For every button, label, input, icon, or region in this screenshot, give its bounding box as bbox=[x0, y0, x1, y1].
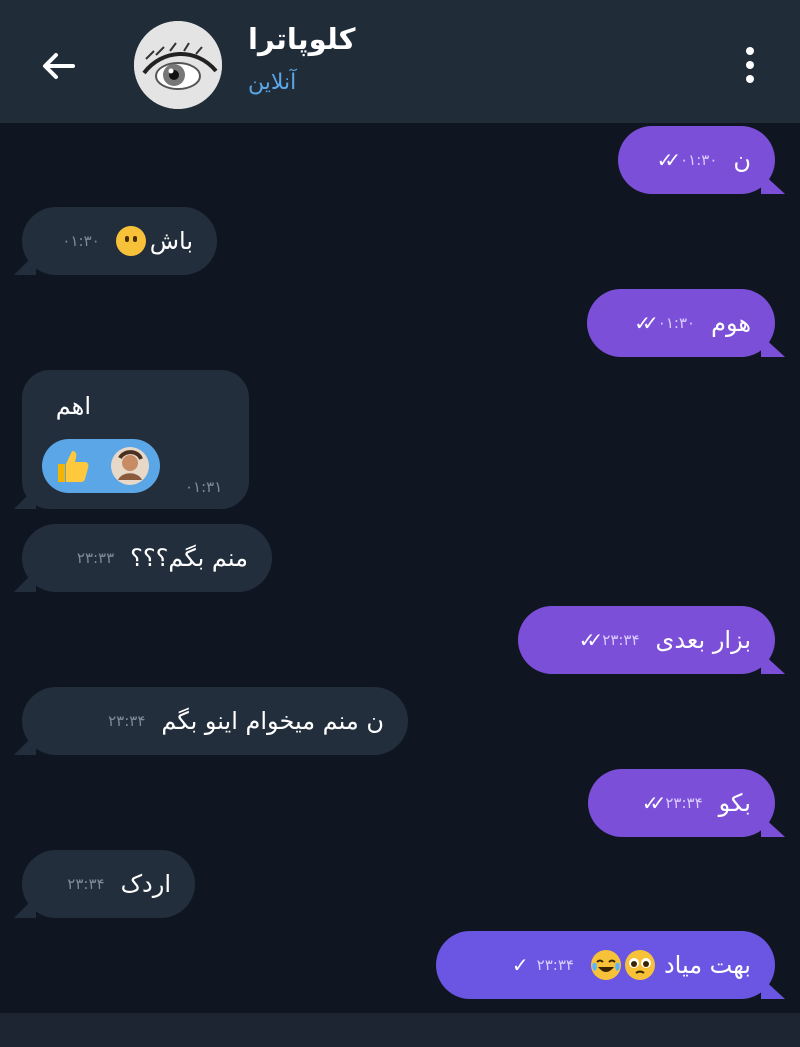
message-outgoing[interactable]: هوم ۰۱:۳۰ ✓✓ bbox=[587, 289, 775, 357]
message-outgoing[interactable]: ن ۰۱:۳۰ ✓✓ bbox=[618, 126, 775, 194]
contact-avatar[interactable] bbox=[134, 21, 222, 109]
eye-photo-icon bbox=[134, 21, 222, 109]
more-dot-icon bbox=[746, 75, 754, 83]
message-text: اهم bbox=[55, 392, 91, 420]
more-dot-icon bbox=[746, 47, 754, 55]
arrow-left-icon bbox=[43, 53, 75, 79]
message-text: منم بگم؟؟؟ bbox=[130, 544, 248, 572]
message-text: ن منم میخوام اینو بگم bbox=[161, 707, 384, 735]
message-time: ۰۱:۳۰ bbox=[680, 151, 718, 169]
message-incoming[interactable]: ن منم میخوام اینو بگم ۲۳:۳۴ bbox=[22, 687, 408, 755]
message-time: ۲۳:۳۴ bbox=[665, 794, 703, 812]
message-incoming[interactable]: منم بگم؟؟؟ ۲۳:۳۳ bbox=[22, 524, 272, 592]
message-text: ن bbox=[733, 146, 751, 174]
more-dot-icon bbox=[746, 61, 754, 69]
reaction-badge[interactable] bbox=[42, 439, 160, 493]
message-text: هوم bbox=[711, 309, 751, 337]
double-check-icon: ✓✓ bbox=[578, 628, 603, 652]
message-time: ۰۱:۳۰ bbox=[62, 232, 100, 250]
message-text: بزار بعدی bbox=[655, 626, 751, 654]
confused-face-icon bbox=[115, 226, 146, 256]
message-incoming[interactable]: باش ۰۱:۳۰ bbox=[22, 207, 217, 275]
chat-header: کلوپاترا آنلاین bbox=[0, 0, 800, 123]
message-time: ۲۳:۳۴ bbox=[67, 875, 105, 893]
message-outgoing[interactable]: بهت میاد ۲۳:۳۴ ✓ bbox=[436, 931, 775, 999]
pleading-face-icon bbox=[624, 950, 655, 980]
message-list[interactable]: ن ۰۱:۳۰ ✓✓ باش ۰۱:۳۰ هوم ۰۱:۳۰ ✓✓ اهم ۰۱… bbox=[0, 123, 800, 1013]
message-incoming[interactable]: اردک ۲۳:۳۴ bbox=[22, 850, 195, 918]
back-button[interactable] bbox=[30, 38, 86, 94]
user-avatar-icon bbox=[111, 447, 149, 485]
double-check-icon: ✓✓ bbox=[641, 791, 666, 815]
message-text: بهت میاد bbox=[663, 951, 751, 979]
message-time: ۲۳:۳۳ bbox=[76, 549, 115, 567]
tears-of-joy-icon bbox=[590, 950, 621, 980]
double-check-icon: ✓✓ bbox=[656, 148, 681, 172]
message-text: بکو bbox=[718, 789, 751, 817]
message-time: ۲۳:۳۴ bbox=[602, 631, 640, 649]
message-time: ۲۳:۳۴ bbox=[536, 956, 574, 974]
thumbs-up-icon bbox=[58, 451, 89, 482]
message-time: ۲۳:۳۴ bbox=[108, 712, 146, 730]
double-check-icon: ✓✓ bbox=[634, 311, 658, 335]
contact-status: آنلاین bbox=[248, 70, 297, 95]
contact-name[interactable]: کلوپاترا bbox=[248, 22, 448, 56]
input-bar[interactable] bbox=[0, 1013, 800, 1047]
message-time: ۰۱:۳۱ bbox=[185, 478, 223, 496]
message-text: اردک bbox=[120, 870, 171, 898]
emoji-group bbox=[590, 949, 656, 981]
check-icon: ✓ bbox=[511, 953, 529, 977]
message-outgoing[interactable]: بزار بعدی ۲۳:۳۴ ✓✓ bbox=[518, 606, 775, 674]
more-options-button[interactable] bbox=[728, 40, 772, 90]
message-time: ۰۱:۳۰ bbox=[657, 314, 696, 332]
message-outgoing[interactable]: بکو ۲۳:۳۴ ✓✓ bbox=[588, 769, 775, 837]
message-text: باش bbox=[149, 227, 193, 255]
